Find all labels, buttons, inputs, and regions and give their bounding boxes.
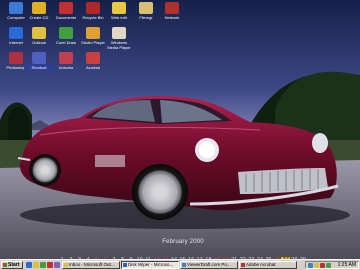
- shortcut-icon: [32, 52, 46, 64]
- desktop[interactable]: Computer Create CD Documents Recycle Bin…: [0, 0, 360, 259]
- desktop-icon-shortcut[interactable]: Shortcut: [24, 52, 54, 78]
- desktop-icon-media-player[interactable]: Windows Media Player: [104, 27, 134, 55]
- task-label: Adobe Acrobat: [246, 262, 276, 267]
- media-player-icon: [112, 27, 126, 39]
- desktop-icon-label: Unicolor: [58, 65, 74, 70]
- corel-draw-icon: [59, 27, 73, 39]
- create-cd-icon: [32, 2, 46, 14]
- desktop-icon-label: Windows Media Player: [107, 40, 131, 50]
- desktop-icon-label: Network: [164, 15, 180, 20]
- word-icon: [123, 263, 127, 267]
- task-label: ViewerDraft.com Po...: [187, 262, 231, 267]
- desktop-icon-unicolor[interactable]: Unicolor: [51, 52, 81, 78]
- taskbar-item-disk-wiper[interactable]: Disk Wiper - Microso...: [121, 261, 179, 269]
- documents-icon: [59, 2, 73, 14]
- taskbar: Start Inbox - Microsoft Out... Disk Wipe…: [0, 259, 360, 270]
- my-computer-icon: [9, 2, 23, 14]
- outlook-icon: [32, 27, 46, 39]
- unicolor-icon: [59, 52, 73, 64]
- windows-flag-icon: [3, 263, 7, 267]
- tray-antivirus-icon[interactable]: [320, 263, 325, 268]
- recycle-bin-icon: [86, 2, 100, 14]
- desktop-icon-label: Acrobat: [86, 65, 100, 70]
- task-label: Inbox - Microsoft Out...: [69, 262, 115, 267]
- folder-icon: [139, 2, 153, 14]
- quick-launch-ie-icon[interactable]: [26, 262, 32, 268]
- start-label: Start: [8, 262, 20, 268]
- tray-app-icon[interactable]: [326, 263, 331, 268]
- acrobat-icon: [86, 52, 100, 64]
- desktop-icon-outlook[interactable]: Outlook: [24, 27, 54, 53]
- desktop-icon-label: Corel Draw: [55, 40, 76, 45]
- acrobat-icon: [241, 263, 245, 267]
- calendar-days: 1234567891011121314151617181920212223242…: [58, 248, 308, 259]
- photoshop-icon: [9, 52, 23, 64]
- desktop-icon-label: Shortcut: [24, 65, 54, 70]
- wallpaper-calendar: February 2000 12345678910111213141516171…: [58, 239, 308, 259]
- network-icon: [165, 2, 179, 14]
- desktop-icon-label: Documents: [55, 15, 77, 20]
- quick-launch-outlook-icon[interactable]: [33, 262, 39, 268]
- desktop-icon-web-edit[interactable]: Web edit: [104, 2, 134, 28]
- internet-icon: [9, 27, 23, 39]
- tray-network-icon[interactable]: [308, 263, 313, 268]
- taskbar-item-viewer[interactable]: ViewerDraft.com Po...: [180, 261, 238, 269]
- browser-icon: [182, 263, 186, 267]
- calendar-title: February 2000: [162, 239, 204, 245]
- desktop-icon-network[interactable]: Network: [157, 2, 187, 28]
- outlook-icon: [64, 263, 68, 267]
- desktop-icon-label: Web edit: [111, 15, 127, 20]
- taskbar-item-acrobat[interactable]: Adobe Acrobat: [239, 261, 297, 269]
- desktop-icon-corel-draw[interactable]: Corel Draw: [51, 27, 81, 53]
- quick-launch-desktop-icon[interactable]: [40, 262, 46, 268]
- tray-volume-icon[interactable]: [314, 263, 319, 268]
- task-label: Disk Wiper - Microso...: [128, 262, 174, 267]
- quick-launch-media-icon[interactable]: [54, 262, 60, 268]
- desktop-icon-label: Outlook: [32, 40, 46, 45]
- clock[interactable]: 1:25 AM: [338, 262, 356, 268]
- system-tray: 1:25 AM: [305, 261, 359, 269]
- taskbar-item-inbox[interactable]: Inbox - Microsoft Out...: [62, 261, 120, 269]
- start-button[interactable]: Start: [1, 261, 23, 269]
- desktop-icon-create-cd[interactable]: Create CD: [24, 2, 54, 28]
- quick-launch-acrobat-icon[interactable]: [47, 262, 53, 268]
- desktop-icon-acrobat[interactable]: Acrobat: [78, 52, 108, 78]
- player-icon: [86, 27, 100, 39]
- web-edit-icon: [112, 2, 126, 14]
- desktop-icon-documents[interactable]: Documents: [51, 2, 81, 28]
- desktop-icon-label: Create CD: [29, 15, 49, 20]
